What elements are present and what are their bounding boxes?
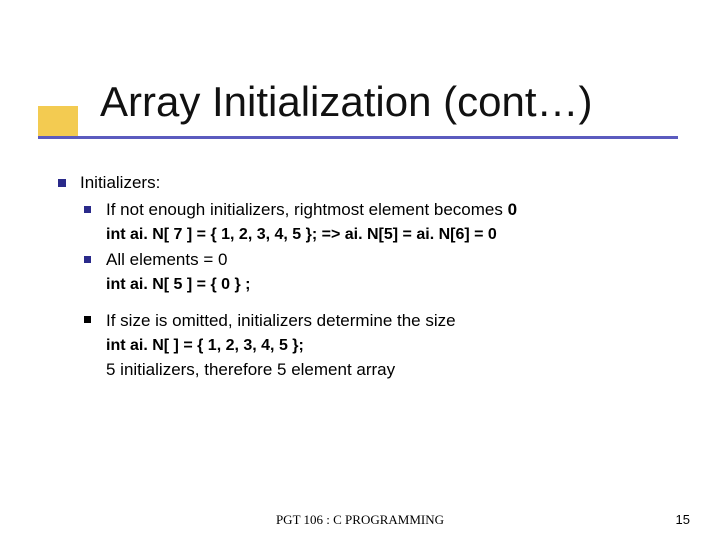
- code-line-1: int ai. N[ 7 ] = { 1, 2, 3, 4, 5 }; => a…: [106, 224, 678, 246]
- slide-title: Array Initialization (cont…): [100, 78, 593, 126]
- code-line-3: int ai. N[ ] = { 1, 2, 3, 4, 5 };: [106, 335, 678, 357]
- bullet-after-text: 5 initializers, therefore 5 element arra…: [106, 359, 678, 382]
- page-number: 15: [676, 512, 690, 527]
- course-label: PGT 106 : C PROGRAMMING: [0, 512, 720, 528]
- title-block: Array Initialization (cont…): [0, 78, 720, 142]
- code-line-2: int ai. N[ 5 ] = { 0 } ;: [106, 274, 678, 296]
- bullet-text: If not enough initializers, rightmost el…: [106, 200, 508, 219]
- bullet-text: All elements = 0: [106, 250, 227, 269]
- bullet-text: If size is omitted, initializers determi…: [106, 311, 456, 330]
- bullet-initializers: Initializers:: [58, 172, 678, 195]
- bullet-not-enough: If not enough initializers, rightmost el…: [84, 199, 678, 222]
- slide-body: Initializers: If not enough initializers…: [58, 172, 678, 381]
- accent-square: [38, 106, 78, 136]
- bullet-size-omitted: If size is omitted, initializers determi…: [84, 310, 678, 333]
- bullet-all-zero: All elements = 0: [84, 249, 678, 272]
- bold-zero: 0: [508, 200, 517, 219]
- title-underline: [38, 136, 678, 139]
- bullet-label: Initializers:: [80, 173, 160, 192]
